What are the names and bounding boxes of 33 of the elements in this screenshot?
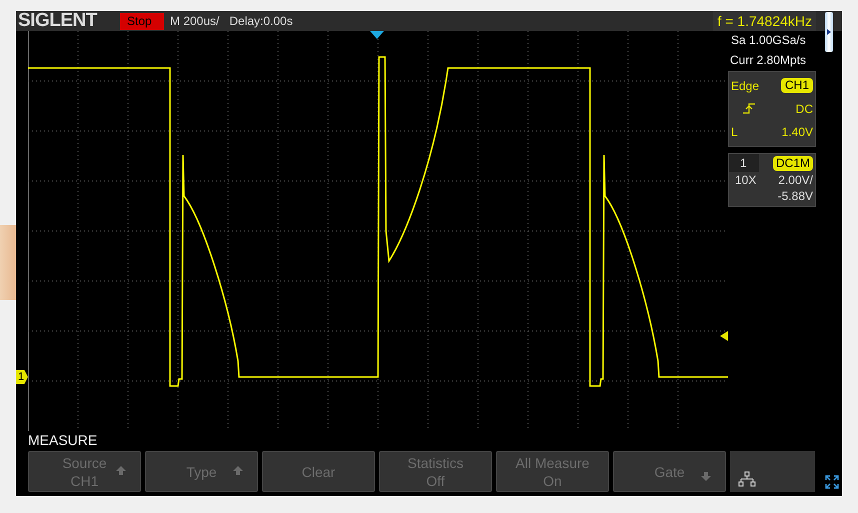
channel-number: 1 [729,154,759,172]
softkey-button[interactable]: Statistics Off [379,451,492,492]
softkey-button[interactable]: Type [145,451,258,492]
scroll-tab[interactable] [825,12,833,52]
softkey-button[interactable]: Gate [613,451,726,492]
probe-ratio: 10X [735,172,756,188]
sample-rate: Sa 1.00GSa/s [730,32,807,49]
trigger-level: 1.40V [782,124,813,142]
channel-coupling: DC1M [772,156,813,170]
trigger-type: Edge [731,78,760,95]
run-state: Stop [120,12,164,30]
trigger-coupling: DC [796,100,813,118]
frequency-readout: f = 1.74824kHz [713,11,816,31]
down-arrow-icon [701,472,711,481]
up-arrow-icon [233,466,243,475]
trigger-level-label: L [731,124,739,142]
fullscreen-icon[interactable] [825,475,839,489]
timebase-label: M 200us/ [170,13,220,30]
vertical-offset: -5.88V [778,188,814,204]
right-triangle-icon [827,29,831,35]
memory-depth: Curr 2.80Mpts [729,52,808,69]
delay-label: Delay:0.00s [229,13,293,30]
softkey-button[interactable]: All Measure On [496,451,609,492]
rising-edge-icon [743,103,755,114]
trigger-level-icon [720,331,728,341]
up-arrow-icon [116,466,126,475]
softkey-button[interactable]: Clear [262,451,375,492]
vertical-scale: 2.00V/ [778,172,813,188]
trigger-source: CH1 [780,78,813,94]
softkey-button[interactable]: Source CH1 [28,451,141,492]
menu-title: MEASURE [28,432,98,449]
brand-logo: SIGLENT [17,11,98,31]
network-icon [738,471,756,487]
